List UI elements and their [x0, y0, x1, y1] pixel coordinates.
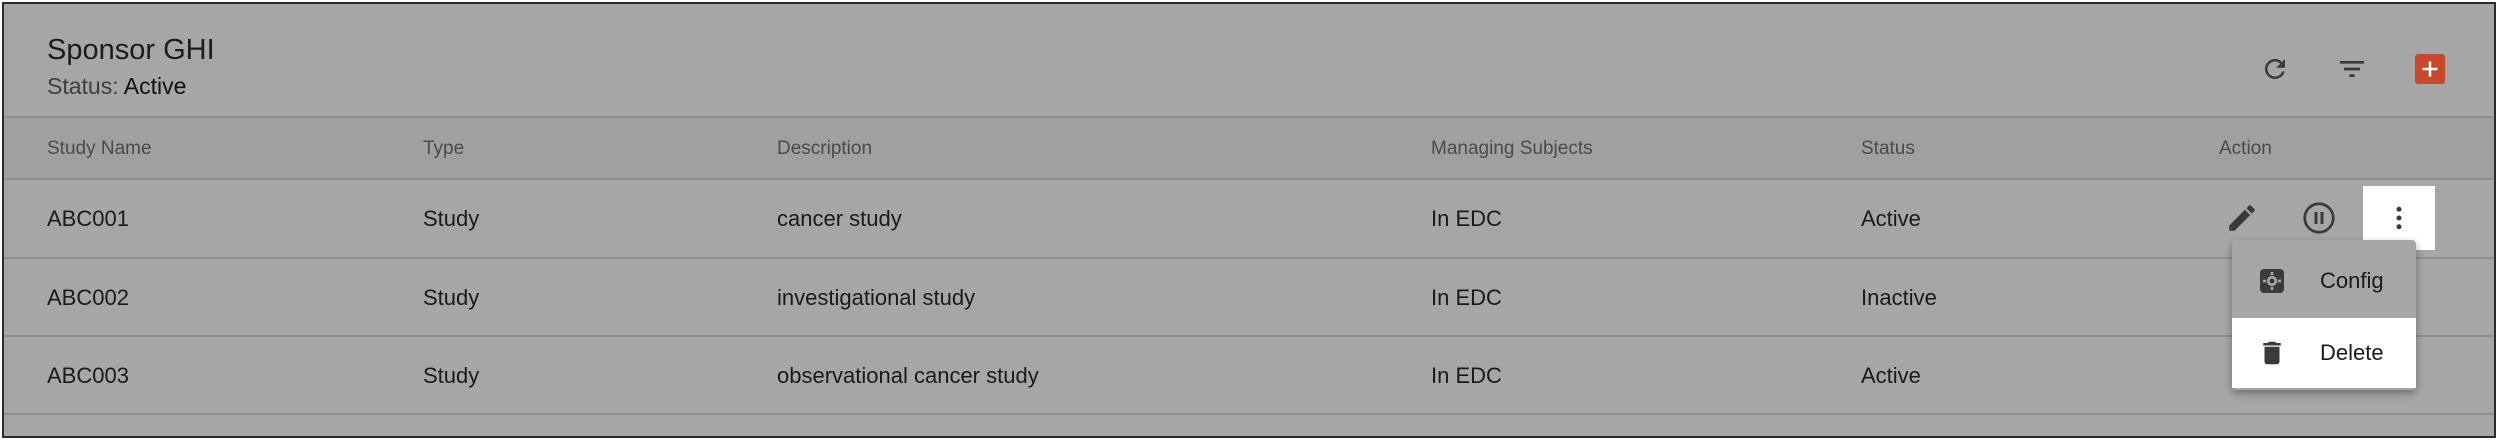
sponsor-status: Status: Active	[47, 73, 186, 100]
pause-button[interactable]	[2299, 198, 2339, 238]
plus-icon	[2422, 61, 2438, 77]
add-study-button[interactable]	[2415, 54, 2445, 84]
cell-description: observational cancer study	[777, 363, 1039, 388]
edit-button[interactable]	[2222, 198, 2262, 238]
action-menu: Config Delete	[2232, 240, 2416, 390]
col-managing-subjects: Managing Subjects	[1431, 138, 1593, 159]
table-row: ABC003 Study observational cancer study …	[4, 337, 2494, 414]
cell-description: cancer study	[777, 206, 902, 231]
status-value: Active	[123, 73, 187, 99]
menu-item-label: Config	[2320, 268, 2384, 293]
more-vertical-icon	[2396, 206, 2402, 230]
pause-circle-icon	[2303, 202, 2335, 234]
sponsor-header: Sponsor GHI Status: Active	[4, 4, 2494, 116]
menu-item-config[interactable]: Config	[2232, 246, 2416, 316]
cell-type: Study	[423, 285, 480, 310]
table-row: ABC002 Study investigational study In ED…	[4, 259, 2494, 336]
table-row: ABC001 Study cancer study In EDC Active	[4, 180, 2494, 257]
status-label: Status:	[47, 73, 119, 99]
cell-type: Study	[423, 206, 480, 231]
filter-button[interactable]	[2335, 52, 2369, 86]
cell-managing-subjects: In EDC	[1431, 363, 1502, 388]
col-action: Action	[2219, 138, 2272, 159]
cell-description: investigational study	[777, 285, 976, 310]
refresh-icon	[2264, 58, 2285, 79]
col-type: Type	[423, 138, 465, 159]
menu-item-label: Delete	[2320, 340, 2384, 365]
table-header: Study Name Type Description Managing Sub…	[4, 118, 2494, 178]
gear-icon	[2252, 261, 2292, 301]
cell-study-name: ABC002	[47, 285, 129, 310]
cell-type: Study	[423, 363, 480, 388]
filter-icon	[2340, 61, 2364, 77]
pencil-icon	[2229, 205, 2255, 231]
col-description: Description	[777, 138, 873, 159]
col-study-name: Study Name	[47, 138, 152, 159]
cell-study-name: ABC001	[47, 206, 129, 231]
cell-status: Inactive	[1861, 285, 1937, 310]
col-status: Status	[1861, 138, 1915, 159]
menu-item-delete[interactable]: Delete	[2232, 318, 2416, 388]
row-divider	[4, 413, 2494, 415]
cell-managing-subjects: In EDC	[1431, 285, 1502, 310]
cell-managing-subjects: In EDC	[1431, 206, 1502, 231]
sponsor-title: Sponsor GHI	[47, 34, 215, 66]
cell-status: Active	[1861, 363, 1921, 388]
trash-icon	[2252, 333, 2292, 373]
cell-study-name: ABC003	[47, 363, 129, 388]
cell-status: Active	[1861, 206, 1921, 231]
study-list-panel: Sponsor GHI Status: Active Study Name Ty…	[2, 2, 2496, 438]
refresh-button[interactable]	[2258, 52, 2292, 86]
